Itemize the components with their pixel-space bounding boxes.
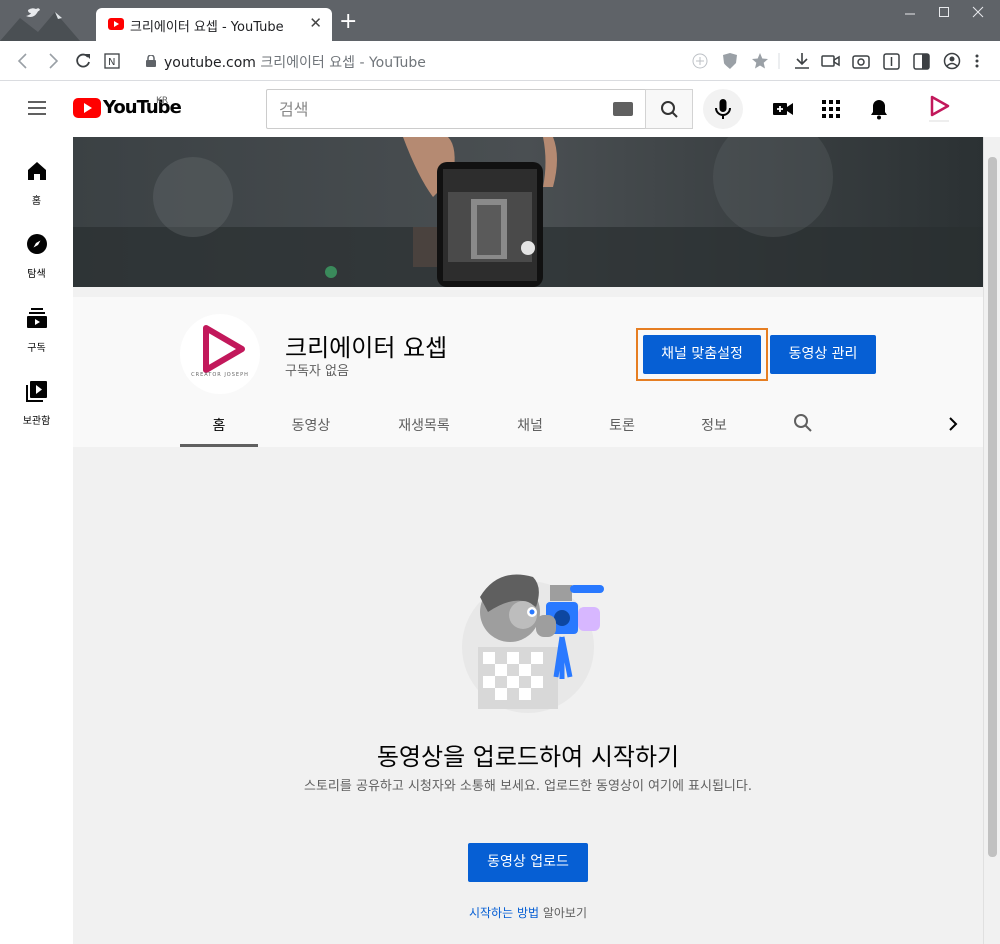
compass-icon [26,234,47,254]
new-tab-button[interactable]: + [339,11,357,33]
channel-banner [73,137,983,287]
profile-icon[interactable] [943,51,961,76]
sidebar-item-label: 구독 [27,343,46,354]
download-icon[interactable] [793,51,811,76]
channel-name: 크리에이터 요셉 [285,334,448,362]
sidebar-item-subscriptions[interactable]: 구독 [0,306,73,355]
learn-how-link[interactable]: 시작하는 방법 [469,906,539,920]
sidebar-item-home[interactable]: 홈 [0,159,73,208]
youtube-logo-icon[interactable] [73,98,101,118]
tab-close-icon[interactable]: ✕ [309,14,322,32]
sidebar-item-label: 보관함 [22,416,51,427]
minimize-icon[interactable] [904,4,916,22]
search-button[interactable] [645,89,693,129]
video-capture-icon[interactable] [821,51,841,76]
keyboard-icon[interactable] [613,102,633,116]
page-scrollbar[interactable] [983,137,1000,944]
youtube-wordmark[interactable]: YouTube [103,97,182,118]
library-icon [25,381,47,402]
notifications-bell-icon[interactable] [867,97,891,121]
tab-videos[interactable]: 동영상 [276,415,346,435]
home-icon [27,162,46,180]
tab-about[interactable]: 정보 [683,415,745,435]
active-tab-underline [180,444,258,447]
play-logo-icon [203,325,245,373]
guide-menu-icon[interactable] [28,101,46,115]
screenshot-icon[interactable] [852,51,870,76]
tab-playlists[interactable]: 재생목록 [383,415,465,435]
search-box [266,89,646,129]
scrollbar-thumb[interactable] [988,157,997,857]
reader-icon[interactable]: N [104,51,120,76]
search-icon [661,101,678,118]
account-avatar-icon[interactable] [925,93,953,125]
channel-page: CREATOR JOSEPH 크리에이터 요셉 구독자 없음 채널 맞춤설정 동… [73,137,983,944]
bookmark-star-icon[interactable] [751,51,769,76]
sidebar-item-label: 탐색 [27,269,46,280]
browser-tab-active[interactable]: 크리에이터 요셉 - YouTube ✕ [96,8,332,41]
mini-guide: 홈 탐색 구독 보관함 [0,137,73,944]
add-icon[interactable] [691,51,709,76]
reload-icon[interactable] [74,51,92,76]
sidebar-item-explore[interactable]: 탐색 [0,232,73,281]
upload-video-button[interactable]: 동영상 업로드 [468,843,588,882]
youtube-favicon-icon [108,18,124,30]
tab-search-icon[interactable] [793,413,813,437]
channel-avatar[interactable]: CREATOR JOSEPH [180,314,260,394]
tab-discussion[interactable]: 토론 [591,415,653,435]
tabs-next-chevron-icon[interactable] [947,415,959,437]
subscriptions-icon [26,308,47,328]
divider [778,51,780,76]
forward-icon[interactable] [46,51,60,76]
apps-grid-icon[interactable] [819,97,843,121]
shield-icon[interactable] [721,51,739,76]
search-input[interactable] [267,90,567,128]
address-bar[interactable]: youtube.com 크리에이터 요셉 - YouTube [164,52,426,72]
sidebar-item-library[interactable]: 보관함 [0,379,73,428]
channel-header: CREATOR JOSEPH 크리에이터 요셉 구독자 없음 채널 맞춤설정 동… [73,297,983,447]
manage-videos-button[interactable]: 동영상 관리 [770,335,876,374]
browser-theme-art [0,0,100,41]
voice-search-button[interactable] [703,89,743,129]
subscriber-count: 구독자 없음 [285,364,349,379]
microphone-icon [715,99,731,119]
url-page-title: 크리에이터 요셉 - YouTube [260,55,426,71]
banner-image [73,137,983,287]
sidebar-toggle-icon[interactable] [913,51,931,76]
create-video-icon[interactable] [771,97,795,121]
learn-suffix: 알아보기 [539,906,588,920]
tab-channels[interactable]: 채널 [498,415,562,435]
close-window-icon[interactable] [972,4,984,22]
browser-toolbar: N youtube.com 크리에이터 요셉 - YouTube [0,41,1000,81]
empty-state-title: 동영상을 업로드하여 시작하기 [376,743,680,771]
customize-channel-button[interactable]: 채널 맞춤설정 [643,335,761,374]
tab-title: 크리에이터 요셉 - YouTube [130,20,284,35]
browser-tab-bar: 크리에이터 요셉 - YouTube ✕ + [0,0,1000,41]
svg-text:N: N [108,57,115,68]
cursor-icon[interactable] [883,51,901,76]
learn-more-line: 시작하는 방법 알아보기 [73,904,983,921]
maximize-icon[interactable] [938,4,950,22]
tab-home[interactable]: 홈 [180,415,258,435]
youtube-header: YouTube KR [0,81,1000,137]
sidebar-item-label: 홈 [31,196,42,207]
lock-icon [146,55,156,67]
url-domain: youtube.com [164,55,256,71]
menu-icon[interactable] [974,51,980,76]
avatar-caption: CREATOR JOSEPH [191,372,249,378]
empty-state-illustration [462,574,604,713]
region-code: KR [156,96,169,106]
empty-state-description: 스토리를 공유하고 시청자와 소통해 보세요. 업로드한 동영상이 여기에 표시… [304,779,752,794]
channel-tabs: 홈 동영상 재생목록 채널 토론 정보 [73,407,983,447]
back-icon[interactable] [16,51,30,76]
